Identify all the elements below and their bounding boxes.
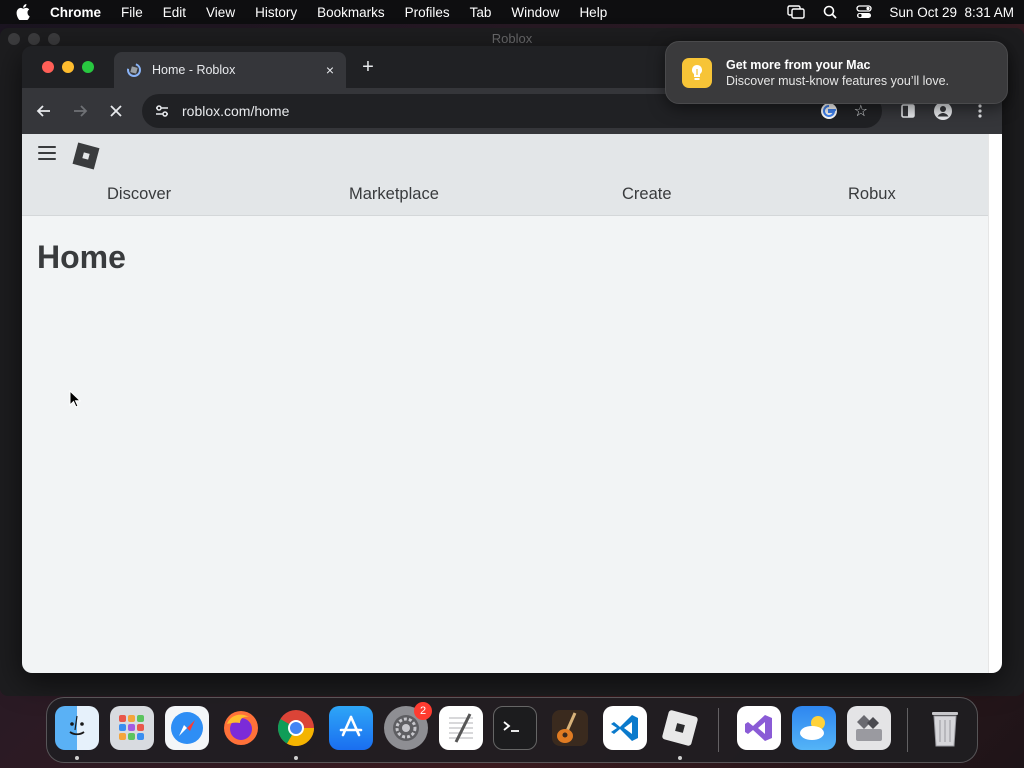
menu-app-name[interactable]: Chrome [50, 5, 101, 20]
hamburger-menu-icon[interactable] [38, 146, 56, 162]
roblox-logo-icon[interactable] [72, 142, 100, 170]
roblox-header: Discover Marketplace Create Robux [22, 134, 988, 216]
dock-finder-icon[interactable] [55, 706, 99, 750]
menu-history[interactable]: History [255, 5, 297, 20]
dock-trash-icon[interactable] [923, 706, 967, 750]
dock-boot-camp-icon[interactable] [847, 706, 891, 750]
menu-file[interactable]: File [121, 5, 143, 20]
chrome-window: Home - Roblox × + roblox.com/home ☆ Disc… [22, 46, 1002, 673]
minimize-window-button[interactable] [62, 61, 74, 73]
dock-separator [907, 708, 908, 752]
profile-icon[interactable] [933, 101, 953, 121]
url-text[interactable]: roblox.com/home [182, 103, 289, 119]
nav-create[interactable]: Create [622, 185, 672, 204]
dock-terminal-icon[interactable] [493, 706, 537, 750]
dock-running-indicator [75, 756, 79, 760]
menu-view[interactable]: View [206, 5, 235, 20]
window-controls [42, 61, 94, 73]
dock-separator [718, 708, 719, 752]
menu-tab[interactable]: Tab [470, 5, 492, 20]
dock-weather-icon[interactable] [792, 706, 836, 750]
dock-firefox-icon[interactable] [219, 706, 263, 750]
dock-visual-studio-icon[interactable] [737, 706, 781, 750]
screen-mirroring-icon[interactable] [787, 5, 806, 19]
tab-home-roblox[interactable]: Home - Roblox × [114, 52, 346, 88]
tab-close-button[interactable]: × [326, 62, 334, 78]
google-lens-icon[interactable] [820, 102, 838, 120]
page-viewport: Discover Marketplace Create Robux Home [22, 134, 988, 673]
menu-clock[interactable]: Sun Oct 29 8:31 AM [889, 5, 1014, 20]
dock-textedit-icon[interactable] [439, 706, 483, 750]
nav-robux[interactable]: Robux [848, 185, 896, 204]
bookmark-star-icon[interactable]: ☆ [854, 101, 868, 121]
control-center-icon[interactable] [855, 5, 873, 19]
zoom-window-button[interactable] [82, 61, 94, 73]
notification-banner[interactable]: Get more from your Mac Discover must-kno… [665, 41, 1008, 104]
menu-help[interactable]: Help [579, 5, 607, 20]
nav-marketplace[interactable]: Marketplace [349, 185, 439, 204]
spotlight-search-icon[interactable] [821, 5, 839, 19]
dock-chrome-icon[interactable] [274, 706, 318, 750]
menu-window[interactable]: Window [511, 5, 559, 20]
menu-bookmarks[interactable]: Bookmarks [317, 5, 385, 20]
tab-title: Home - Roblox [152, 63, 236, 77]
back-button[interactable] [33, 100, 55, 122]
notification-title: Get more from your Mac [726, 57, 871, 72]
notification-body: Discover must-know features you’ll love. [726, 73, 949, 88]
dock-safari-icon[interactable] [165, 706, 209, 750]
dock-launchpad-icon[interactable] [110, 706, 154, 750]
dock-running-indicator [294, 756, 298, 760]
dock-system-settings-icon[interactable]: 2 [384, 702, 432, 750]
apple-menu-icon[interactable] [16, 4, 32, 20]
menu-edit[interactable]: Edit [163, 5, 186, 20]
settings-badge: 2 [414, 702, 432, 720]
dock-roblox-icon[interactable] [658, 706, 702, 750]
nav-discover[interactable]: Discover [107, 185, 171, 204]
forward-button[interactable] [69, 100, 91, 122]
stop-loading-button[interactable] [105, 100, 127, 122]
new-tab-button[interactable]: + [358, 56, 378, 79]
dock-running-indicator [678, 756, 682, 760]
close-window-button[interactable] [42, 61, 54, 73]
dock-garageband-icon[interactable] [548, 706, 592, 750]
menu-bar: Chrome File Edit View History Bookmarks … [0, 0, 1024, 24]
dock-vscode-icon[interactable] [603, 706, 647, 750]
more-menu-icon[interactable] [970, 101, 990, 121]
lightbulb-icon [682, 57, 712, 88]
loading-favicon-icon [126, 62, 142, 78]
page-scrollbar[interactable] [988, 134, 1002, 673]
dock-app-store-icon[interactable] [329, 706, 373, 750]
menu-profiles[interactable]: Profiles [405, 5, 450, 20]
page-title: Home [37, 239, 126, 275]
side-panel-icon[interactable] [898, 101, 918, 121]
dock: 2 [46, 697, 978, 763]
mouse-cursor-icon [69, 389, 82, 408]
site-info-icon[interactable] [152, 101, 172, 121]
